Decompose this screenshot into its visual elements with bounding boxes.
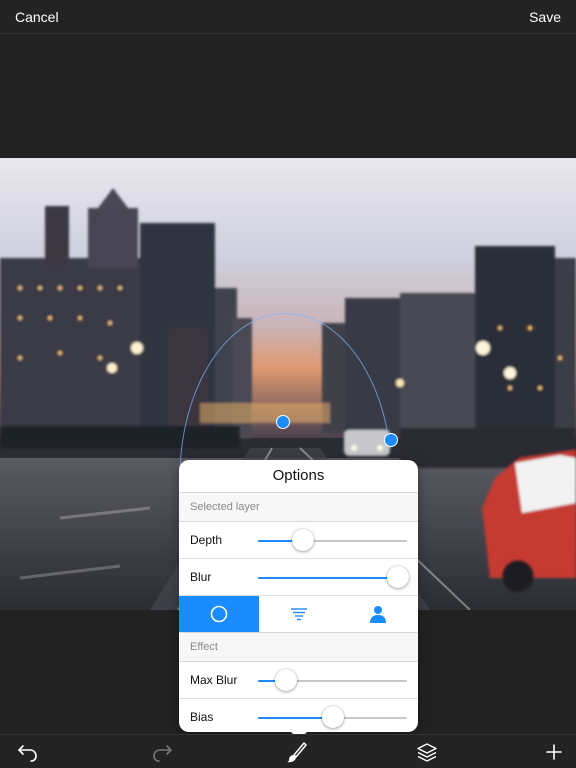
- max-blur-label: Max Blur: [190, 673, 238, 687]
- radial-mode-button[interactable]: [179, 596, 259, 632]
- layers-icon: [417, 743, 437, 762]
- linear-mode-button[interactable]: [259, 596, 339, 632]
- depth-slider-thumb[interactable]: [291, 529, 314, 551]
- focus-center-handle[interactable]: [276, 415, 290, 429]
- top-bar: Cancel Save: [0, 0, 576, 34]
- save-button[interactable]: Save: [529, 9, 561, 25]
- bias-row: Bias: [179, 699, 418, 732]
- add-button[interactable]: [542, 740, 566, 764]
- max-blur-slider[interactable]: [258, 669, 407, 691]
- brush-button[interactable]: [285, 740, 309, 764]
- person-icon: [370, 606, 387, 623]
- focus-edge-handle[interactable]: [384, 433, 398, 447]
- selected-layer-header: Selected layer: [179, 493, 418, 522]
- redo-icon: [153, 745, 172, 762]
- portrait-mode-button[interactable]: [338, 596, 418, 632]
- bottom-toolbar: [0, 734, 576, 768]
- depth-slider[interactable]: [258, 529, 407, 551]
- options-popover: Options Selected layer Depth Blur Effect…: [179, 460, 418, 732]
- blur-slider-thumb[interactable]: [387, 566, 410, 588]
- undo-button[interactable]: [16, 740, 40, 764]
- layers-button[interactable]: [415, 740, 439, 764]
- bias-slider[interactable]: [258, 706, 407, 728]
- bias-slider-thumb[interactable]: [321, 706, 344, 728]
- add-icon: [546, 744, 562, 760]
- shape-mode-selector: [179, 596, 418, 633]
- depth-label: Depth: [190, 533, 223, 547]
- bias-label: Bias: [190, 710, 214, 724]
- cancel-button[interactable]: Cancel: [15, 9, 59, 25]
- effect-header: Effect: [179, 633, 418, 662]
- options-title: Options: [179, 460, 418, 493]
- undo-icon: [18, 745, 37, 762]
- blur-label: Blur: [190, 570, 212, 584]
- max-blur-slider-thumb[interactable]: [275, 669, 298, 691]
- blur-slider[interactable]: [258, 566, 410, 588]
- brush-icon: [287, 742, 307, 763]
- circle-icon: [210, 605, 228, 623]
- redo-button[interactable]: [150, 740, 174, 764]
- max-blur-row: Max Blur: [179, 662, 418, 699]
- lines-icon: [290, 608, 307, 621]
- depth-row: Depth: [179, 522, 418, 559]
- blur-row: Blur: [179, 559, 418, 596]
- blur-slider-fill: [258, 577, 399, 579]
